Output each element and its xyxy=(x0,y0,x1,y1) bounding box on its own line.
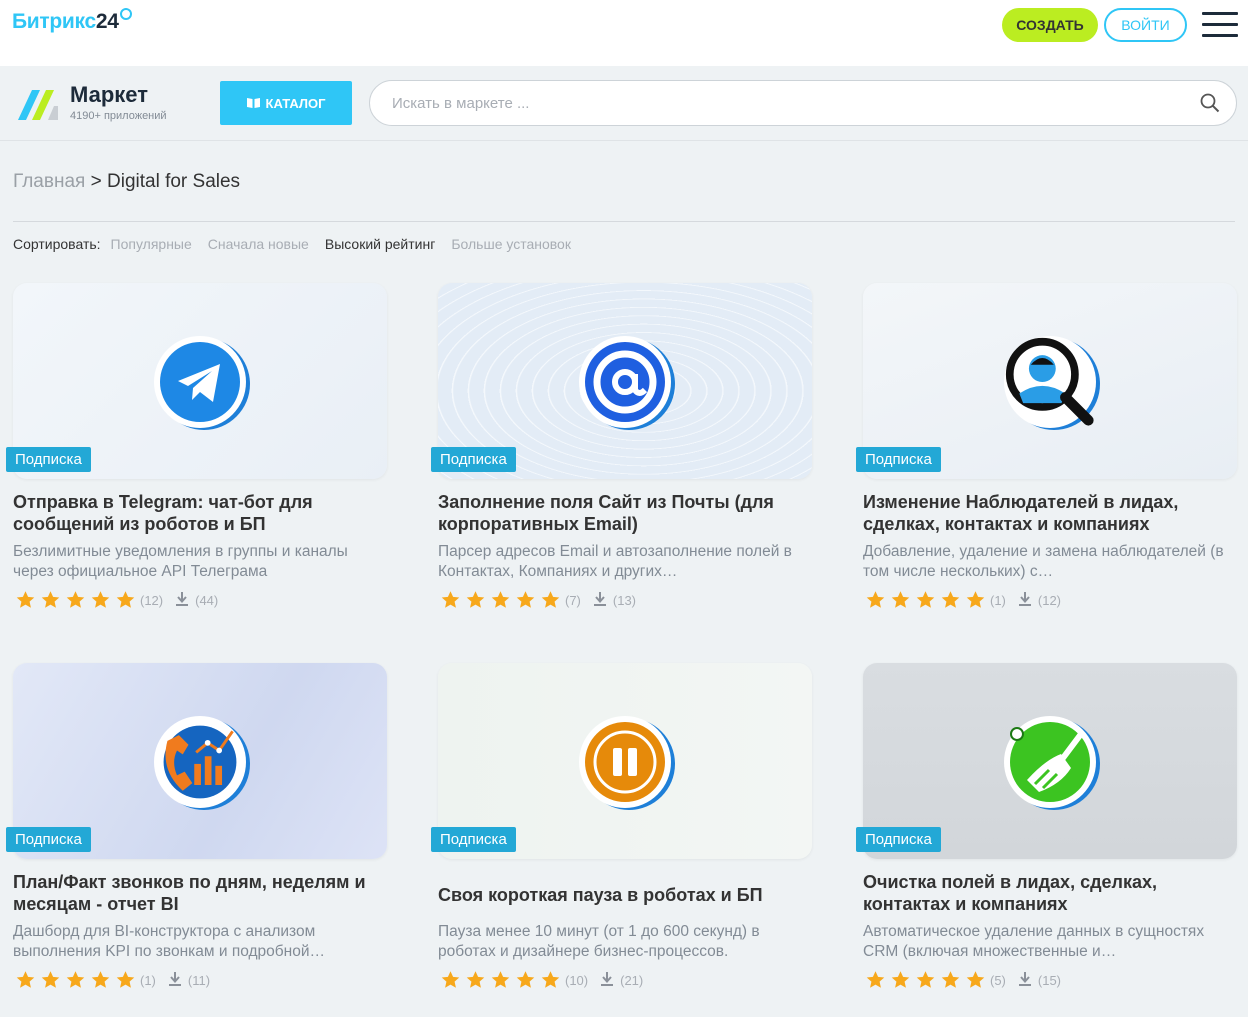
phone-chart-icon xyxy=(154,716,246,808)
divider xyxy=(13,221,1235,222)
download-icon xyxy=(1018,971,1032,989)
breadcrumb: Главная > Digital for Sales xyxy=(13,171,240,193)
app-card[interactable]: Подписка Своя короткая пауза в роботах и … xyxy=(431,663,814,1003)
app-card[interactable]: Подписка План/Факт звонков по дням, недел… xyxy=(6,663,389,1003)
app-description: Добавление, удаление и замена наблюдател… xyxy=(863,543,1224,580)
app-description: Безлимитные уведомления в группы и канал… xyxy=(13,543,348,580)
sort-label: Сортировать: xyxy=(13,236,101,252)
subscription-badge: Подписка xyxy=(856,827,941,852)
sort-rating[interactable]: Высокий рейтинг xyxy=(325,236,435,252)
top-bar: Битрикс24 СОЗДАТЬ ВОЙТИ xyxy=(0,0,1248,66)
subscription-badge: Подписка xyxy=(431,447,516,472)
rating-count: (10) xyxy=(565,972,589,988)
logo-24: 24 xyxy=(95,10,119,33)
app-title[interactable]: Заполнение поля Сайт из Почты (для корпо… xyxy=(438,491,814,535)
download-icon xyxy=(175,591,189,609)
subscription-badge: Подписка xyxy=(431,827,516,852)
login-button[interactable]: ВОЙТИ xyxy=(1104,8,1187,42)
rating-stars xyxy=(865,590,986,610)
market-logo-icon[interactable] xyxy=(14,84,60,124)
breadcrumb-separator: > xyxy=(90,171,102,192)
install-count: (44) xyxy=(195,592,219,608)
app-rating: (7) (13) xyxy=(440,590,636,610)
app-rating: (10) (21) xyxy=(440,970,643,990)
app-card[interactable]: Подписка Очистка полей в лидах, сделках, … xyxy=(856,663,1239,1003)
broom-icon xyxy=(1004,716,1096,808)
pause-icon xyxy=(579,716,671,808)
app-title[interactable]: Очистка полей в лидах, сделках, контакта… xyxy=(863,871,1239,915)
rating-count: (12) xyxy=(140,592,164,608)
sort-installs[interactable]: Больше установок xyxy=(451,236,571,252)
app-title[interactable]: План/Факт звонков по дням, неделям и мес… xyxy=(13,871,389,915)
install-count: (11) xyxy=(187,972,211,988)
rating-count: (7) xyxy=(565,592,581,608)
app-title[interactable]: Своя короткая пауза в роботах и БП xyxy=(438,884,814,906)
market-title: Маркет xyxy=(70,82,148,107)
market-header: Маркет 4190+ приложений КАТАЛОГ xyxy=(0,66,1248,141)
telegram-icon xyxy=(154,336,246,428)
app-description: Автоматическое удаление данных в сущност… xyxy=(863,923,1205,960)
subscription-badge: Подписка xyxy=(6,447,91,472)
book-icon xyxy=(246,98,260,108)
app-card[interactable]: Подписка Заполнение поля Сайт из Почты (д… xyxy=(431,283,814,623)
rating-stars xyxy=(15,590,136,610)
market-subtitle: 4190+ приложений xyxy=(70,110,167,122)
subscription-badge: Подписка xyxy=(856,447,941,472)
subscription-badge: Подписка xyxy=(6,827,91,852)
download-icon xyxy=(600,971,614,989)
install-count: (12) xyxy=(1037,592,1062,608)
catalog-label: КАТАЛОГ xyxy=(265,95,326,111)
app-title[interactable]: Изменение Наблюдателей в лидах, сделках,… xyxy=(863,491,1239,535)
rating-stars xyxy=(15,970,136,990)
search-icon[interactable] xyxy=(1200,93,1220,113)
install-count: (13) xyxy=(612,592,637,608)
app-description: Парсер адресов Email и автозаполнение по… xyxy=(438,543,792,580)
breadcrumb-current: Digital for Sales xyxy=(107,171,241,192)
rating-stars xyxy=(865,970,986,990)
sort-newest[interactable]: Сначала новые xyxy=(208,236,309,252)
catalog-button[interactable]: КАТАЛОГ xyxy=(220,81,352,125)
create-button[interactable]: СОЗДАТЬ xyxy=(1002,8,1098,42)
clock-icon xyxy=(119,8,132,20)
menu-icon[interactable] xyxy=(1202,12,1238,38)
app-title[interactable]: Отправка в Telegram: чат-бот для сообщен… xyxy=(13,491,389,535)
download-icon xyxy=(1018,591,1032,609)
app-rating: (1) (11) xyxy=(15,970,210,990)
at-sign-icon xyxy=(579,336,671,428)
app-description: Дашборд для BI-конструктора с анализом в… xyxy=(13,923,325,960)
app-card[interactable]: Подписка Отправка в Telegram: чат-бот для… xyxy=(6,283,389,623)
rating-stars xyxy=(440,590,561,610)
install-count: (15) xyxy=(1037,972,1062,988)
rating-count: (1) xyxy=(140,972,156,988)
download-icon xyxy=(168,971,182,989)
rating-stars xyxy=(440,970,561,990)
search-box xyxy=(369,80,1237,126)
app-rating: (12) (44) xyxy=(15,590,218,610)
sort-bar: Сортировать: Популярные Сначала новые Вы… xyxy=(13,236,571,252)
sort-popular[interactable]: Популярные xyxy=(111,236,192,252)
app-card[interactable]: Подписка Изменение Наблюдателей в лидах, … xyxy=(856,283,1239,623)
app-description: Пауза менее 10 минут (от 1 до 600 секунд… xyxy=(438,923,760,960)
breadcrumb-home[interactable]: Главная xyxy=(13,171,85,192)
user-search-icon xyxy=(1004,336,1096,428)
download-icon xyxy=(593,591,607,609)
app-rating: (5) (15) xyxy=(865,970,1061,990)
logo-text: Битрикс xyxy=(12,10,96,33)
rating-count: (1) xyxy=(990,592,1006,608)
rating-count: (5) xyxy=(990,972,1006,988)
bitrix24-logo[interactable]: Битрикс24 xyxy=(12,8,132,34)
install-count: (21) xyxy=(620,972,644,988)
app-rating: (1) (12) xyxy=(865,590,1061,610)
search-input[interactable] xyxy=(392,91,1172,115)
